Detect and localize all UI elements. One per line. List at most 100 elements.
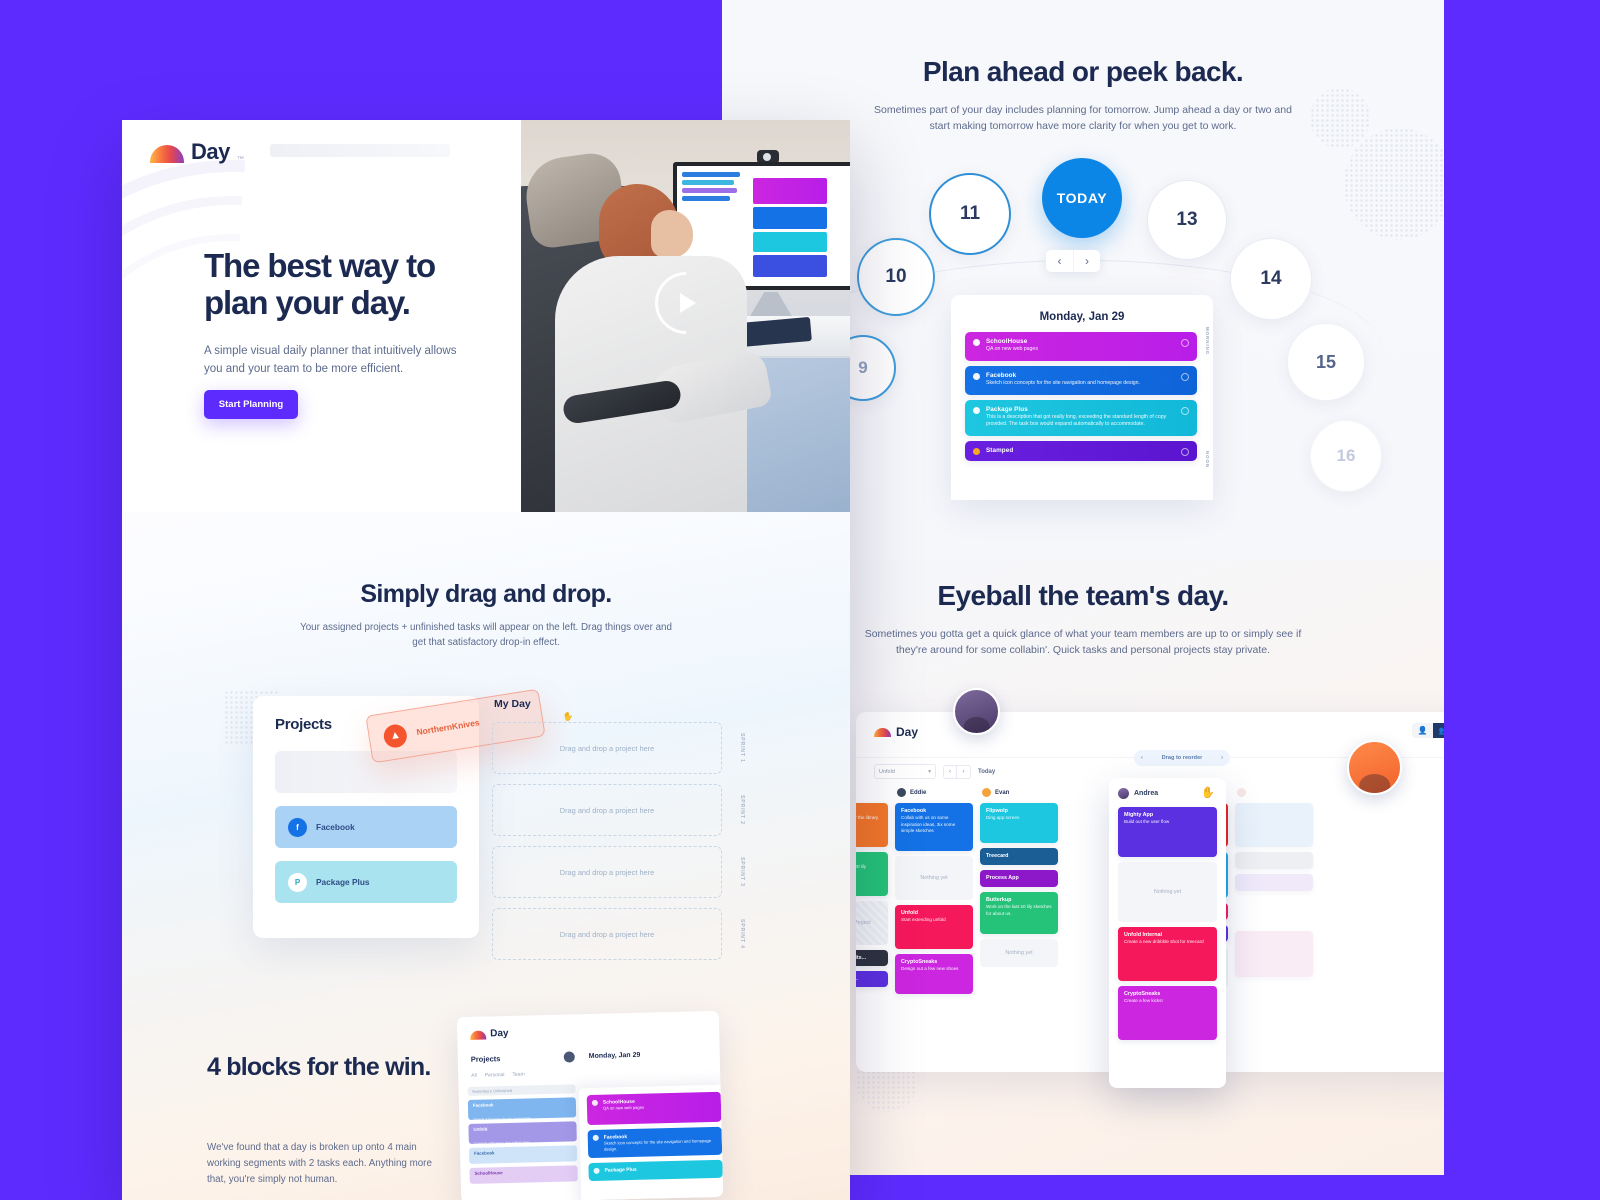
chevron-left-icon[interactable]: ‹ xyxy=(943,764,957,779)
tab-all[interactable]: All xyxy=(471,1073,477,1079)
project-row-facebook[interactable]: f Facebook xyxy=(275,806,457,848)
task-title: Unfold Internal xyxy=(1124,932,1163,938)
blocks-body: We've found that a day is broken up onto… xyxy=(207,1142,432,1186)
task-desc: Sketch icon concepts for the site naviga… xyxy=(986,379,1140,386)
team-column-andrea[interactable]: Andrea ✋ Mighty App Build out the user f… xyxy=(1109,778,1226,1088)
task-title: Facebook xyxy=(986,371,1017,379)
tab-personal[interactable]: Personal xyxy=(485,1072,505,1078)
day-arc-logo-icon xyxy=(150,144,184,163)
board-date-nav: ‹ › xyxy=(943,764,971,779)
project-row-placeholder[interactable] xyxy=(275,751,457,793)
task-card[interactable] xyxy=(1235,803,1313,847)
task-card[interactable] xyxy=(1235,874,1313,891)
task-card[interactable]: SchoolHouse QA on new web pages xyxy=(965,332,1197,361)
avatar xyxy=(1118,788,1129,799)
date-circle-today[interactable]: TODAY xyxy=(1042,158,1122,238)
task-project-icon xyxy=(973,339,980,346)
task-card[interactable]: Homepage edits... xyxy=(856,950,888,966)
task-card[interactable]: Checkin with... xyxy=(856,971,888,987)
day-task-list: MORNING NOON SchoolHouse QA on new web p… xyxy=(951,323,1213,468)
gear-icon[interactable] xyxy=(563,1051,575,1063)
project-select[interactable]: Unfold ▾ xyxy=(874,764,936,779)
rail-label-noon: NOON xyxy=(1205,451,1210,469)
dropzone-sprint-3[interactable]: Drag and drop a project here SPRINT 3 xyxy=(492,846,745,898)
play-icon[interactable] xyxy=(642,259,730,347)
avatar[interactable] xyxy=(953,688,1000,735)
task-card[interactable]: Butterkup Work on the last 20 lily sketc… xyxy=(856,852,888,896)
task-checkbox[interactable] xyxy=(1181,448,1189,457)
app-logo[interactable]: Day ™ xyxy=(150,141,244,163)
task-card[interactable]: Package Plus This is a description that … xyxy=(965,399,1197,437)
member-name: Andrea xyxy=(1134,790,1159,797)
team-column-evan: Evan Flipwolp Ding app screen Treecard P… xyxy=(980,788,1058,999)
board-logo: Day xyxy=(874,725,918,739)
task-card[interactable]: Unfold Start extending unfold xyxy=(895,905,973,949)
dropzone-sprint-4[interactable]: Drag and drop a project here SPRINT 4 xyxy=(492,908,745,960)
date-nav-controls: ‹ › xyxy=(1046,250,1100,272)
date-circle-10[interactable]: 10 xyxy=(857,238,935,316)
dropzone-text: Drag and drop a project here xyxy=(559,805,655,815)
person-icon[interactable]: 👤 xyxy=(1412,723,1433,738)
sprint-label: SPRINT 3 xyxy=(739,857,745,887)
task-card[interactable]: Facebook Sketch icon concepts for the si… xyxy=(965,365,1197,395)
hero-photo xyxy=(521,120,850,512)
date-circle-13[interactable]: 13 xyxy=(1147,180,1227,260)
task-card[interactable]: Unfold Internal Create a new dribbble sh… xyxy=(1118,927,1217,981)
task-title: Mighty App xyxy=(1124,812,1154,818)
avatar xyxy=(1237,788,1246,797)
chevron-right-icon[interactable]: › xyxy=(1073,250,1100,272)
card-desc: Connect with team about final copy... xyxy=(473,1140,533,1146)
miniapp-tabs: All Personal Team xyxy=(471,1072,525,1079)
task-card[interactable]: Flipwolp Ding app screen xyxy=(980,803,1058,843)
group-icon[interactable]: 👥 xyxy=(1433,723,1444,738)
task-card[interactable]: Butterkup Work on the last 20 lily sketc… xyxy=(980,892,1058,934)
chevron-left-icon[interactable]: ‹ xyxy=(1046,250,1073,272)
miniapp-card[interactable]: Facebook Sketch 3 favicons for the homep… xyxy=(467,1097,577,1122)
date-circle-15[interactable]: 15 xyxy=(1287,323,1365,401)
board-today-label: Today xyxy=(978,768,996,775)
chevron-right-icon[interactable]: › xyxy=(957,764,971,779)
task-desc: Design out a few new shoes xyxy=(901,966,959,971)
miniapp-task-card[interactable]: Package Plus xyxy=(588,1159,723,1182)
member-name: Eddie xyxy=(910,789,927,796)
task-card[interactable]: Facebook Collab with us on some inspirat… xyxy=(895,803,973,851)
task-title: Butterkup xyxy=(986,897,1012,903)
task-card[interactable]: Treecard xyxy=(980,848,1058,865)
page-root: Plan ahead or peek back. Sometimes part … xyxy=(0,0,1600,1200)
facebook-icon: f xyxy=(288,817,307,837)
miniapp-logo-text: Day xyxy=(490,1027,509,1040)
miniapp-group-label: Yesterday's Unfinished xyxy=(467,1084,576,1096)
date-circle-11[interactable]: 11 xyxy=(929,173,1011,255)
empty-slot: Nothing yet xyxy=(895,856,973,900)
task-card[interactable] xyxy=(1235,931,1313,977)
dropzone-sprint-1[interactable]: Drag and drop a project here SPRINT 1 xyxy=(492,722,745,774)
dropzone-sprint-2[interactable]: Drag and drop a project here SPRINT 2 xyxy=(492,784,745,836)
tab-team[interactable]: Team xyxy=(512,1072,524,1078)
empty-slot: Nothing yet xyxy=(980,939,1058,967)
task-card[interactable]: Mighty App Build out the user flow xyxy=(1118,807,1217,857)
chevron-left-icon[interactable]: ‹ xyxy=(1141,755,1143,761)
date-circle-16[interactable]: 16 xyxy=(1310,420,1382,492)
chevron-right-icon[interactable]: › xyxy=(1221,755,1223,761)
task-card[interactable]: CryptoSneaks Create a few kicks! xyxy=(1118,986,1217,1040)
task-card[interactable] xyxy=(1235,852,1313,869)
miniapp-task-card[interactable]: Facebook Sketch icon concepts for the si… xyxy=(587,1126,723,1159)
avatar xyxy=(982,788,991,797)
project-select-value: Unfold xyxy=(879,768,895,775)
project-row-package-plus[interactable]: P Package Plus xyxy=(275,861,457,903)
miniapp-task-card[interactable]: SchoolHouse QA on new web pages xyxy=(586,1091,722,1126)
task-card[interactable]: CryptoSneaks Design out a few new shoes xyxy=(895,954,973,994)
project-label: Package Plus xyxy=(316,877,370,887)
miniapp-card[interactable]: SchoolHouse xyxy=(469,1165,578,1184)
task-card[interactable]: Stamped xyxy=(965,441,1197,462)
task-project-icon xyxy=(593,1167,600,1174)
avatar[interactable] xyxy=(1347,740,1402,795)
start-planning-button[interactable]: Start Planning xyxy=(204,390,298,419)
photo-person xyxy=(555,184,774,512)
day-arc-logo-icon xyxy=(470,1030,487,1040)
drag-to-reorder-control[interactable]: ‹ Drag to reorder › xyxy=(1134,750,1230,766)
task-card[interactable]: SchoolHouse Design system for the librar… xyxy=(856,803,888,847)
task-card[interactable]: Process App xyxy=(980,870,1058,887)
dragdrop-section: Simply drag and drop. Your assigned proj… xyxy=(122,512,850,972)
date-circle-14[interactable]: 14 xyxy=(1230,238,1312,320)
